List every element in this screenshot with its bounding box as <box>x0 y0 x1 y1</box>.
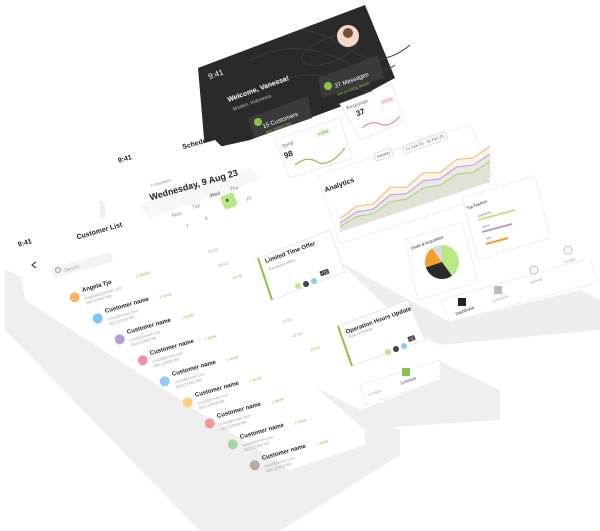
customer-tag: 1 week <box>158 291 172 300</box>
customer-tag: 1 week <box>248 375 262 384</box>
customer-tag: 1 week <box>180 312 195 321</box>
avatar <box>136 354 149 367</box>
avatar <box>158 375 171 388</box>
avatar <box>113 333 126 346</box>
customer-list-screen: 9:41 Customer List Search Angela Tjo 2 we… <box>0 0 600 531</box>
avatar <box>203 417 216 430</box>
avatar <box>248 459 261 472</box>
customer-tag: 1 week <box>315 438 330 447</box>
avatar <box>68 291 81 304</box>
avatar <box>181 396 194 409</box>
avatar <box>226 438 239 451</box>
avatar <box>91 312 104 325</box>
customer-tag: 1 week <box>203 333 217 342</box>
customer-tag: 1 week <box>270 396 285 405</box>
customer-tag: 2 weeks <box>135 269 152 279</box>
customer-tag: 1 week <box>225 354 240 363</box>
customer-tag: 1 week <box>293 417 307 426</box>
